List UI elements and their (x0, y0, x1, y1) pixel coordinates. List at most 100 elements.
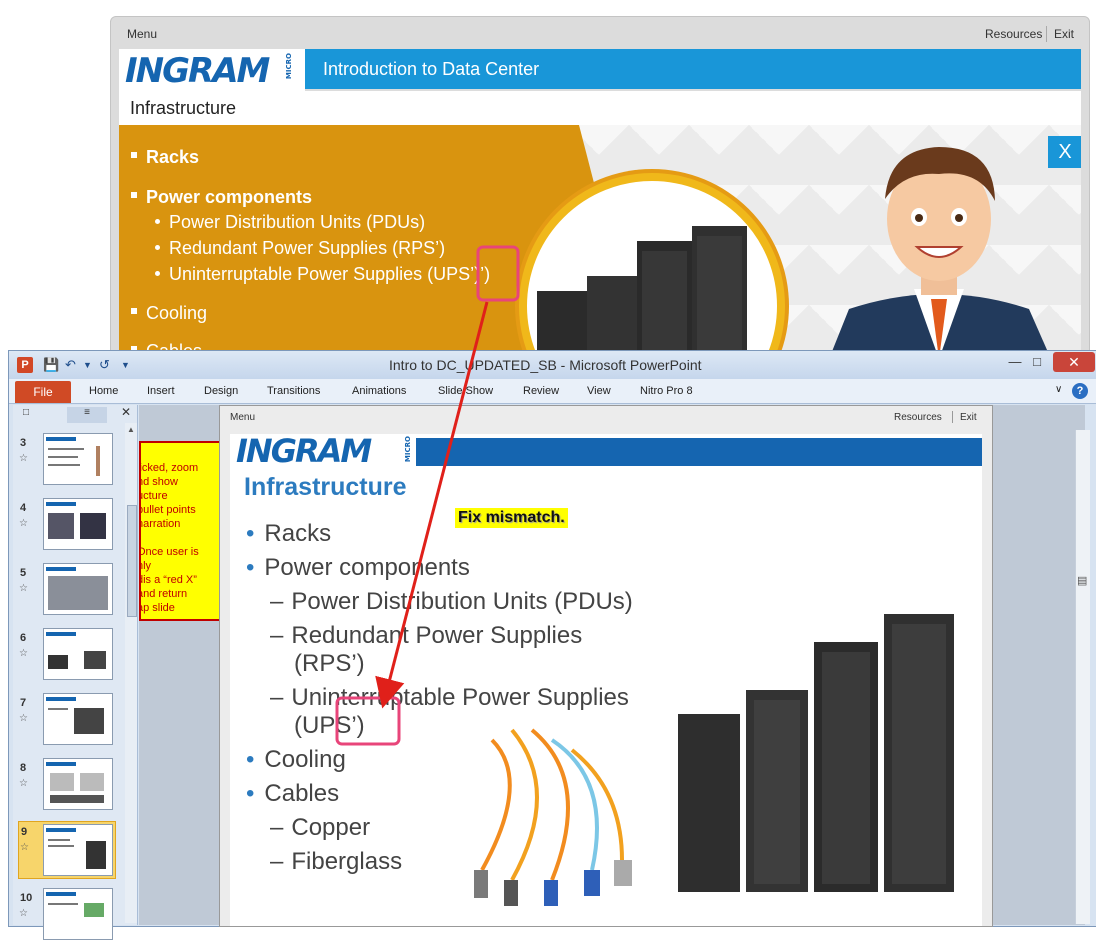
slide-logo: INGRAM MICRO (234, 432, 414, 470)
thumbnail-image (43, 563, 113, 615)
player-bullet-power: Power components (131, 187, 312, 208)
logo-micro: MICRO (404, 436, 412, 463)
animation-star-icon: ☆ (19, 518, 28, 529)
slide-link-divider (952, 411, 953, 423)
slide-sub-fiberglass[interactable]: – Fiberglass (270, 848, 402, 876)
slide-vertical-scrollbar[interactable] (1075, 430, 1090, 924)
scroll-grip-icon[interactable]: ▤ (1077, 574, 1087, 587)
thumbnail-scroll-thumb[interactable] (127, 505, 137, 617)
thumbnail-image (43, 628, 113, 680)
player-bullet-racks: Racks (131, 147, 199, 168)
tab-slide-show[interactable]: Slide Show (438, 385, 493, 397)
course-title: Introduction to Data Center (323, 59, 540, 79)
thumbnail-slide-6[interactable]: 6 ☆ (13, 628, 125, 686)
thumbnail-slide-5[interactable]: 5 ☆ (13, 563, 125, 621)
slide-menu-link[interactable]: Menu (230, 412, 255, 423)
thumbnail-image (43, 693, 113, 745)
section-title-bar: Infrastructure (119, 91, 1081, 125)
ribbon-collapse-icon[interactable]: ∨ (1055, 384, 1062, 395)
logo-wordmark: INGRAM (125, 51, 270, 91)
thumbnail-image (43, 758, 113, 810)
ribbon-tabs: File Home Insert Design Transitions Anim… (9, 379, 1096, 404)
tab-view[interactable]: View (587, 385, 611, 397)
thumbnail-slide-7[interactable]: 7 ☆ (13, 693, 125, 751)
thumbnail-slide-10[interactable]: 10 ☆ (13, 888, 125, 946)
tab-nitro-pro[interactable]: Nitro Pro 8 (640, 385, 693, 397)
ppt-title-bar: P 💾 ↶ ▼ ↺ ▼ Intro to DC_UPDATED_SB - Mic… (9, 351, 1096, 379)
close-window-button[interactable]: ✕ (1053, 352, 1095, 372)
thumbnail-image (43, 888, 113, 940)
slide-title[interactable]: Infrastructure (244, 473, 407, 502)
player-exit-link[interactable]: Exit (1054, 27, 1074, 41)
current-slide[interactable]: Menu Resources Exit INGRAM MICRO Infrast… (219, 405, 993, 927)
player-link-divider (1046, 26, 1047, 42)
slide-bullet-cables[interactable]: • Cables (246, 780, 339, 808)
tab-file[interactable]: File (15, 381, 71, 403)
undo-icon[interactable]: ↶ (65, 357, 76, 373)
slide-canvas: INGRAM MICRO Infrastructure • Racks • Powe… (230, 432, 982, 926)
player-slide-area: Racks Power components Power Distributio… (119, 125, 1081, 357)
tab-insert[interactable]: Insert (147, 385, 175, 397)
animation-star-icon: ☆ (19, 648, 28, 659)
tab-transitions[interactable]: Transitions (267, 385, 320, 397)
window-title: Intro to DC_UPDATED_SB - Microsoft Power… (389, 357, 702, 373)
slide-resources-link[interactable]: Resources (894, 412, 942, 423)
player-sub-pdu: Power Distribution Units (PDUs) (155, 212, 425, 233)
animation-star-icon: ☆ (19, 713, 28, 724)
thumbnail-slide-9[interactable]: 9 ☆ (18, 821, 116, 879)
tab-home[interactable]: Home (89, 385, 118, 397)
powerpoint-window: P 💾 ↶ ▼ ↺ ▼ Intro to DC_UPDATED_SB - Mic… (8, 350, 1096, 940)
thumbnail-slide-3[interactable]: 3 ☆ (13, 433, 125, 491)
tab-review[interactable]: Review (523, 385, 559, 397)
server-racks-image (537, 226, 747, 357)
slide-sub-ups[interactable]: – Uninterruptable Power Supplies (270, 684, 629, 712)
logo-wordmark: INGRAM (236, 432, 372, 470)
minimize-button[interactable]: — (1005, 352, 1025, 372)
fix-mismatch-callout: Fix mismatch. (455, 508, 568, 528)
slide-sub-rps-abbr[interactable]: (RPS’) (294, 650, 365, 678)
tab-animations[interactable]: Animations (352, 385, 406, 397)
slide-bullet-cooling[interactable]: • Cooling (246, 746, 346, 774)
save-icon[interactable]: 💾 (43, 357, 59, 373)
player-logo: INGRAM MICRO (119, 49, 305, 91)
undo-dropdown-icon[interactable]: ▼ (83, 360, 92, 370)
animation-star-icon: ☆ (19, 583, 28, 594)
slide-sub-ups-abbr[interactable]: (UPS’) (294, 712, 365, 740)
player-bullet-cooling: Cooling (131, 303, 207, 324)
redo-icon[interactable]: ↺ (99, 357, 110, 373)
customize-toolbar-icon[interactable]: ▼ (121, 360, 130, 370)
player-sub-rps: Redundant Power Supplies (RPS’) (155, 238, 445, 259)
slides-tab-icon[interactable]: □ (23, 407, 29, 423)
slide-exit-link[interactable]: Exit (960, 412, 977, 423)
tab-design[interactable]: Design (204, 385, 238, 397)
slide-sub-copper[interactable]: – Copper (270, 814, 370, 842)
slide-bullet-power[interactable]: • Power components (246, 554, 470, 582)
slide-sub-rps[interactable]: – Redundant Power Supplies (270, 622, 582, 650)
player-sub-ups: Uninterruptable Power Supplies (UPS’)’) (155, 264, 490, 285)
scroll-up-icon[interactable]: ▲ (127, 425, 135, 434)
slide-sub-pdu[interactable]: – Power Distribution Units (PDUs) (270, 588, 633, 616)
course-title-bar: Introduction to Data Center (305, 49, 1081, 89)
server-racks-image[interactable] (670, 594, 960, 894)
thumbnail-slide-8[interactable]: 8 ☆ (13, 758, 125, 816)
rack-circle-image (519, 173, 785, 357)
player-resources-link[interactable]: Resources (985, 27, 1042, 41)
slide-thumbnail-pane: □ ≡ ✕ 3 ☆ 4 ☆ 5 ☆ 6 ☆ 7 ☆ 8 ☆ 9 ☆ 10 ☆ ▲ (13, 405, 138, 940)
slide-bullet-racks[interactable]: • Racks (246, 520, 331, 548)
thumbnail-scrollbar[interactable] (125, 423, 137, 923)
slide-editing-area: licked, zoom nd show ucture bullet point… (139, 405, 1085, 927)
designer-note-box[interactable]: licked, zoom nd show ucture bullet point… (139, 441, 221, 621)
animation-star-icon: ☆ (19, 908, 28, 919)
animation-star-icon: ☆ (20, 842, 29, 853)
maximize-button[interactable]: □ (1027, 352, 1047, 372)
player-menu-link[interactable]: Menu (127, 27, 157, 41)
powerpoint-app-icon[interactable]: P (17, 357, 33, 373)
outline-tab-icon[interactable]: ≡ (67, 407, 107, 423)
help-icon[interactable]: ? (1072, 383, 1088, 399)
close-pane-icon[interactable]: ✕ (121, 405, 131, 421)
fiber-cables-image[interactable] (452, 720, 662, 910)
thumbnail-slide-4[interactable]: 4 ☆ (13, 498, 125, 556)
section-title: Infrastructure (130, 98, 237, 118)
thumbnail-image (43, 498, 113, 550)
course-player-window: Menu Resources Exit INGRAM MICRO Introdu… (110, 16, 1090, 358)
